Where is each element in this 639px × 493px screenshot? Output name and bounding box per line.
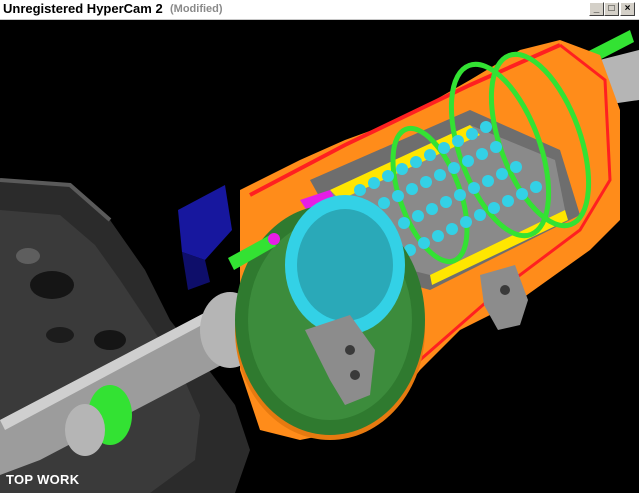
maximize-button[interactable]: □ <box>604 2 619 16</box>
application-window: Unregistered HyperCam 2 (Modified) _ □ × <box>0 0 639 493</box>
minimize-button[interactable]: _ <box>589 2 604 16</box>
close-button[interactable]: × <box>620 2 635 16</box>
3d-viewport[interactable] <box>0 20 639 493</box>
window-status: (Modified) <box>170 3 223 15</box>
window-title: Unregistered HyperCam 2 <box>3 1 163 16</box>
title-bar[interactable]: Unregistered HyperCam 2 (Modified) _ □ × <box>0 0 639 20</box>
view-label: TOP WORK <box>6 472 80 487</box>
blue-bracket <box>178 185 232 290</box>
cutaway-model <box>0 30 639 493</box>
